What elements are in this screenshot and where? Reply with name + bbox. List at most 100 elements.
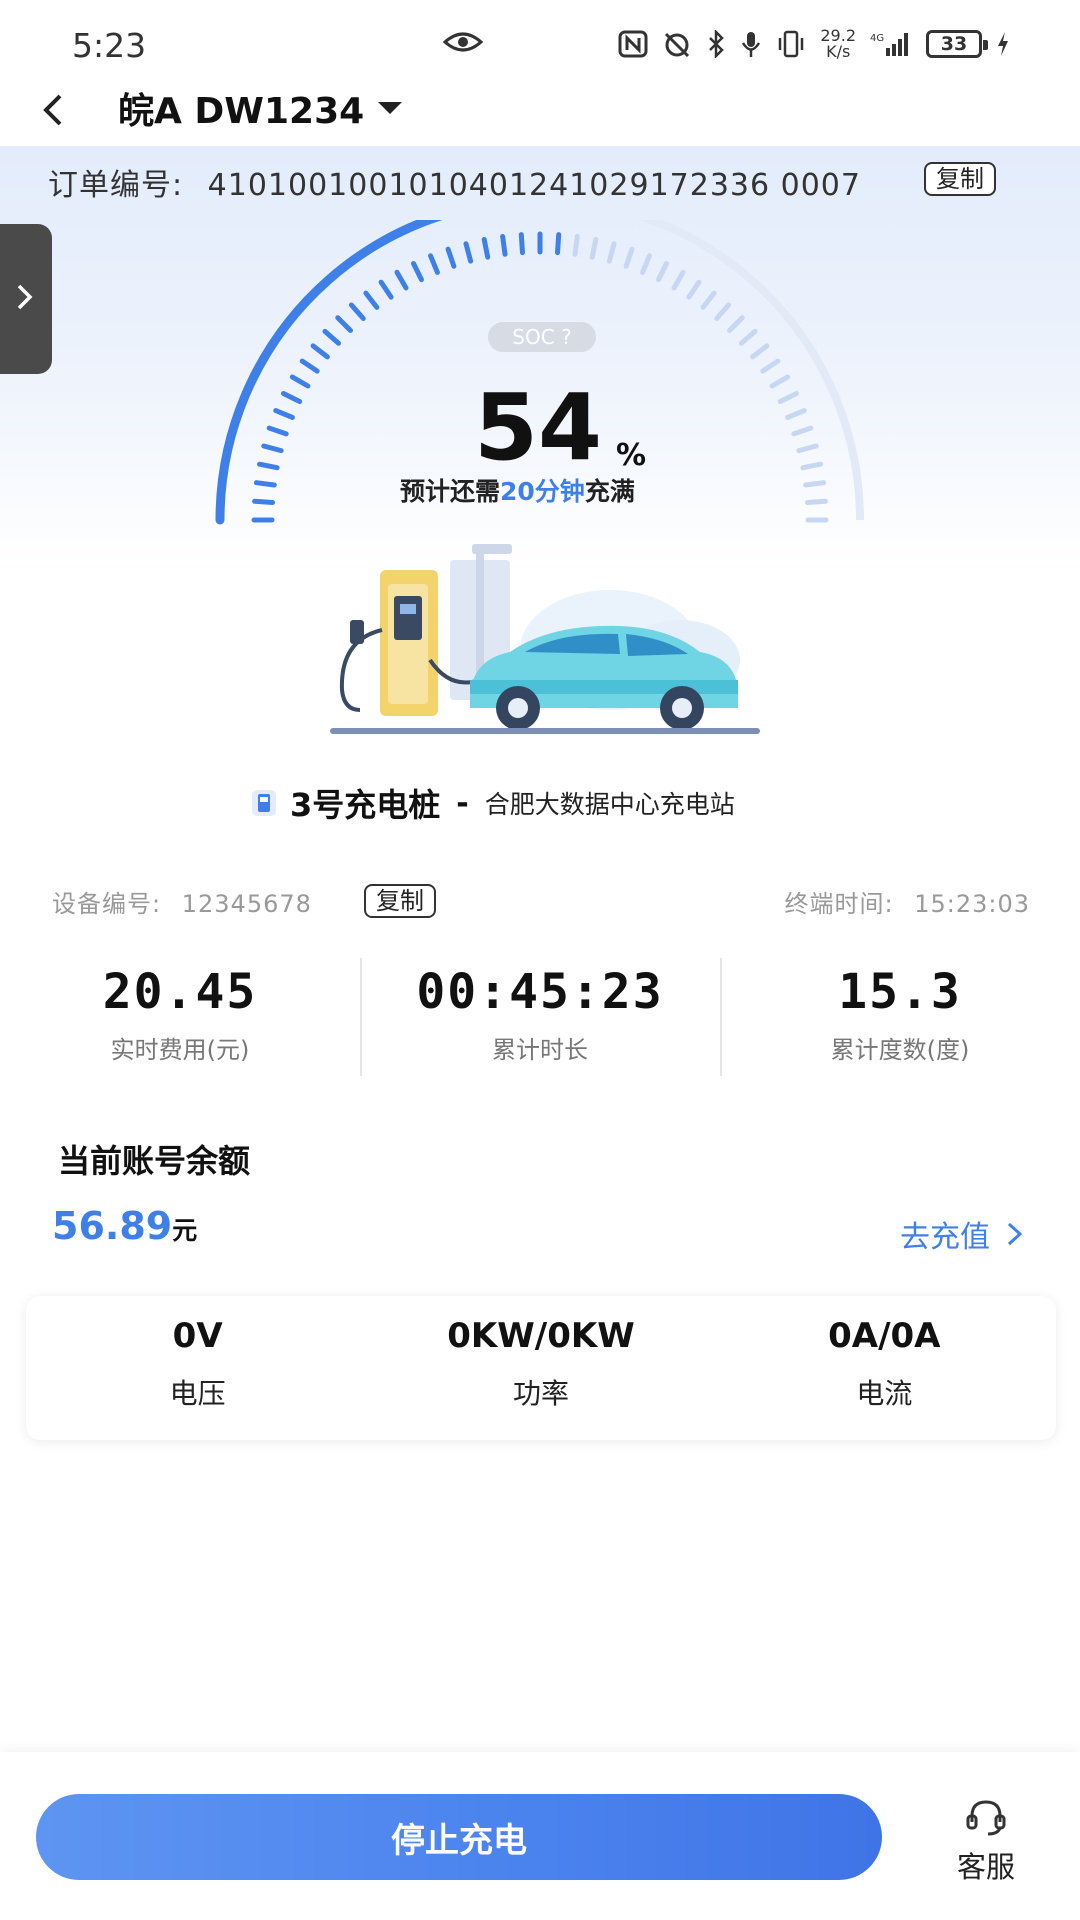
gauge-tick <box>335 315 353 333</box>
soc-value: 54 <box>474 374 603 481</box>
stop-charging-button[interactable]: 停止充电 <box>36 1794 882 1880</box>
device-number: 12345678 <box>181 890 312 918</box>
side-drawer-tab[interactable] <box>0 224 52 374</box>
gauge-tick <box>623 246 635 269</box>
soc-unit: % <box>616 438 647 473</box>
mic-icon <box>742 32 761 57</box>
gauge-tick <box>671 269 686 291</box>
charging-bolt-icon <box>998 32 1008 56</box>
stat-energy: 15.3 累计度数(度) <box>720 958 1080 1078</box>
caret-down-icon[interactable] <box>376 100 404 116</box>
balance-unit: 元 <box>172 1216 198 1245</box>
net-speed: 29.2 K/s <box>820 26 856 61</box>
gauge-tick <box>266 425 289 437</box>
gauge-tick <box>606 241 617 264</box>
gauge-tick <box>769 374 791 389</box>
gauge-tick <box>289 374 311 389</box>
gauge-tick <box>796 443 819 454</box>
eta-duration: 20分钟 <box>500 477 585 506</box>
gauge-tick <box>518 232 525 256</box>
gauge-tick <box>363 290 380 310</box>
gauge-tick <box>273 408 295 420</box>
gauge-tick <box>280 391 303 404</box>
plate-selector[interactable]: 皖A DW1234 <box>118 82 364 134</box>
terminal-time: 15:23:03 <box>914 890 1030 918</box>
copy-device-button[interactable]: 复制 <box>364 884 436 918</box>
alarm-off-icon <box>665 32 690 58</box>
electric-meters-card: 0V 电压 0KW/0KW 功率 0A/0A 电流 <box>26 1296 1056 1440</box>
gauge-tick <box>800 461 824 471</box>
station-name: 合肥大数据中心充电站 <box>484 790 735 819</box>
title-bar: 皖A DW1234 <box>0 80 1080 146</box>
soc-help-badge[interactable]: SOC ? <box>488 322 596 352</box>
gauge-tick <box>348 302 366 322</box>
bluetooth-icon <box>709 30 725 58</box>
pile-info: 3号充电桩 - 合肥大数据中心充电站 <box>250 780 735 826</box>
gauge-tick <box>727 315 745 333</box>
gauge-tick <box>481 236 491 260</box>
stat-realtime-fee: 20.45 实时费用(元) <box>102 964 258 1064</box>
gauge-tick <box>463 241 474 264</box>
gauge-tick <box>500 233 508 257</box>
gauge-tick <box>261 443 284 454</box>
gauge-tick <box>760 358 781 374</box>
balance-amount: 56.89 <box>52 1204 173 1248</box>
gauge-tick <box>750 343 770 360</box>
vibrate-icon <box>779 30 804 58</box>
bottom-action-bar: 停止充电 客服 <box>0 1752 1080 1920</box>
gauge-tick <box>322 328 342 346</box>
gauge-tick <box>394 269 409 291</box>
gauge-tick <box>804 498 828 505</box>
gauge-tick <box>572 233 580 257</box>
pile-name: 3号充电桩 <box>290 786 441 824</box>
recharge-link[interactable]: 去充值 <box>900 1212 1024 1256</box>
gauge-tick <box>738 328 758 346</box>
gauge-tick <box>411 260 424 283</box>
gauge-tick <box>640 253 652 275</box>
gauge-tick <box>428 253 440 275</box>
gauge-tick <box>256 461 280 471</box>
status-bar: 5:23 29.2 K/s 4G 33 <box>0 0 1080 80</box>
eye-icon <box>443 32 483 52</box>
terminal-time-row: 终端时间: 15:23:03 <box>784 890 1030 918</box>
question-icon: ? <box>561 325 572 349</box>
stat-duration: 00:45:23 累计时长 <box>360 958 720 1078</box>
charging-car-illustration <box>330 544 760 734</box>
status-time: 5:23 <box>72 26 147 65</box>
signal-icon: 4G <box>870 33 908 56</box>
charging-stats: 20.45 实时费用(元) 00:45:23 累计时长 15.3 累计度数(度) <box>0 958 1080 1078</box>
device-number-row: 设备编号: 12345678 <box>52 890 312 918</box>
customer-service-button[interactable]: 客服 <box>946 1798 1026 1886</box>
status-icons: 29.2 K/s 4G 33 <box>618 28 1010 60</box>
gauge-tick <box>252 498 276 505</box>
eta-text: 预计还需20分钟充满 <box>400 477 635 506</box>
gauge-tick <box>589 236 599 260</box>
gauge-tick <box>253 480 277 488</box>
pile-separator: - <box>456 785 469 821</box>
gauge-tick <box>656 260 669 283</box>
headset-icon <box>966 1800 1006 1836</box>
gauge-tick <box>777 391 800 404</box>
gauge-tick <box>378 279 394 300</box>
gauge-tick <box>700 290 717 310</box>
svg-text:4G: 4G <box>870 33 884 44</box>
battery-indicator: 33 <box>926 30 988 58</box>
order-label: 订单编号: <box>48 168 184 203</box>
order-number: 4101001001010401241029172336 0007 <box>207 168 861 203</box>
chevron-right-icon <box>17 284 33 310</box>
meter-power: 0KW/0KW 功率 <box>447 1316 635 1410</box>
meter-voltage: 0V 电压 <box>169 1316 226 1410</box>
balance-amount-row: 56.89元 <box>52 1204 197 1248</box>
gauge-tick <box>785 408 807 420</box>
chevron-right-icon <box>1007 1222 1023 1246</box>
order-number-row: 订单编号: 4101001001010401241029172336 0007 <box>48 160 861 204</box>
gauge-tick <box>803 480 827 488</box>
gauge-tick <box>686 279 702 300</box>
balance-title: 当前账号余额 <box>58 1142 251 1180</box>
gauge-tick <box>555 232 562 256</box>
meter-current: 0A/0A 电流 <box>828 1316 941 1410</box>
nfc-icon <box>618 30 648 58</box>
copy-order-button[interactable]: 复制 <box>924 162 996 196</box>
gauge-tick <box>299 358 320 374</box>
back-arrow-icon[interactable] <box>34 90 74 130</box>
